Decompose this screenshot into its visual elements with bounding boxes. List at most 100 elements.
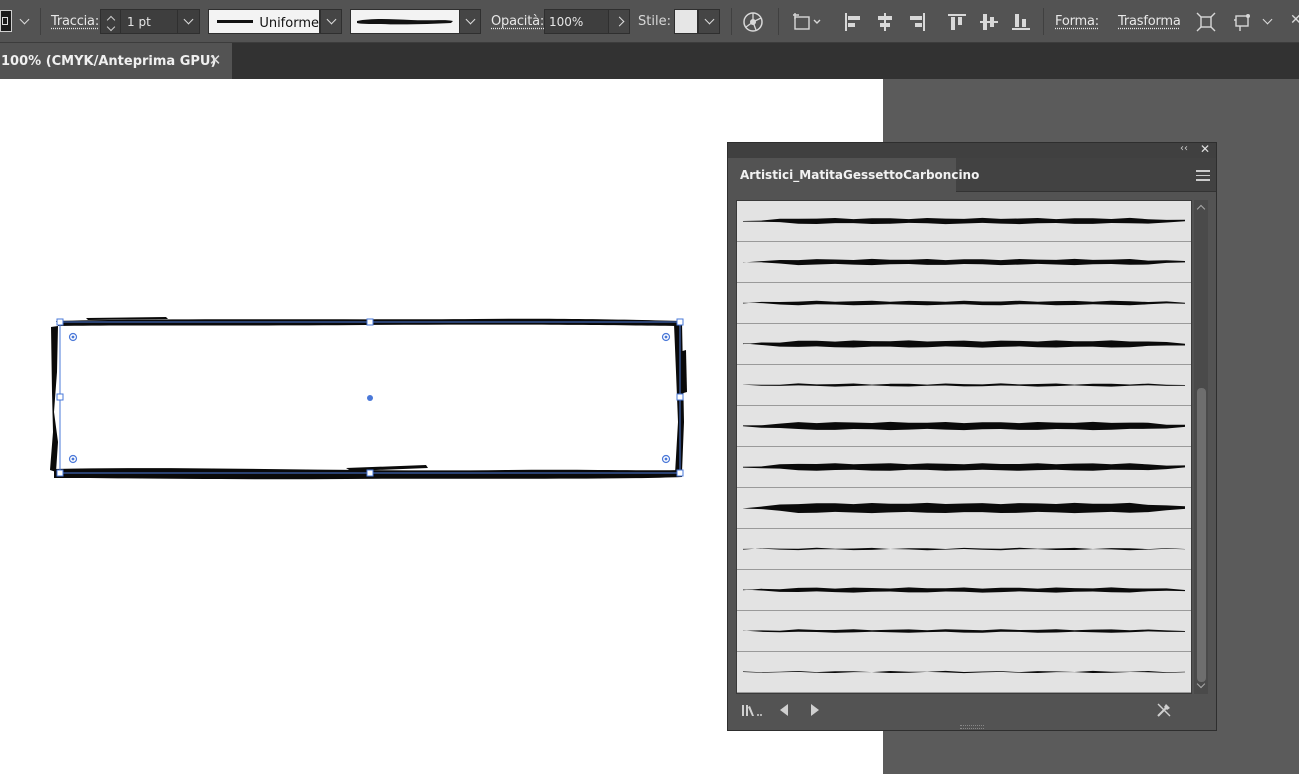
align-horizontal-center-icon[interactable]: [872, 8, 898, 35]
stroke-weight-field[interactable]: 1 pt: [100, 9, 200, 34]
brush-item[interactable]: [737, 447, 1191, 488]
width-profile-dropdown[interactable]: [320, 9, 342, 34]
brush-stroke-preview: [737, 529, 1191, 570]
isolate-group-icon[interactable]: [1193, 8, 1219, 35]
stroke-label-wrap: Traccia:: [51, 0, 99, 43]
scroll-up-icon[interactable]: [1197, 205, 1205, 213]
brush-item[interactable]: [737, 365, 1191, 406]
brush-item[interactable]: [737, 611, 1191, 652]
profile-line-preview: [217, 20, 253, 23]
remove-brush-stroke-icon[interactable]: [1152, 698, 1176, 722]
recolor-artwork-icon[interactable]: [740, 8, 766, 35]
stroke-weight-dropdown[interactable]: [177, 10, 199, 33]
divider: [1043, 8, 1044, 35]
stroke-color-swatch[interactable]: [0, 10, 12, 32]
brush-stroke-preview: [737, 365, 1191, 406]
graphic-style-swatch[interactable]: [674, 9, 698, 34]
brush-stroke-shape: [743, 340, 1185, 347]
close-tab-icon[interactable]: ✕: [207, 52, 223, 68]
divider: [40, 8, 41, 35]
stroke-weight-stepper[interactable]: [101, 10, 121, 33]
shape-label-wrap: Forma:: [1055, 0, 1099, 43]
style-label: Stile:: [638, 14, 671, 29]
brush-item[interactable]: [737, 570, 1191, 611]
brush-stroke-shape: [743, 463, 1185, 471]
brush-list[interactable]: [736, 200, 1192, 694]
close-panel-icon[interactable]: ✕: [1200, 142, 1210, 156]
panel-footer: [728, 698, 1216, 724]
center-point: [367, 395, 373, 401]
document-tab[interactable]: 100% (CMYK/Anteprima GPU): [0, 43, 232, 79]
previous-library-icon[interactable]: [772, 698, 796, 722]
brush-stroke-preview: [737, 611, 1191, 652]
brush-stroke-preview: [737, 488, 1191, 529]
brush-library-panel: ‹‹ ✕ Artistici_MatitaGessettoCarboncino: [727, 142, 1217, 731]
brush-libraries-menu-icon[interactable]: [740, 698, 764, 722]
panel-menu-icon[interactable]: [1196, 169, 1210, 181]
brush-stroke-shape: [743, 587, 1185, 592]
brush-stroke-shape: [743, 383, 1185, 386]
brush-definition-select[interactable]: [350, 9, 460, 34]
align-left-icon[interactable]: [840, 8, 866, 35]
brush-stroke-preview: [737, 283, 1191, 324]
brush-stroke-shape: [743, 218, 1185, 224]
panel-menu-edge-icon[interactable]: ✕: [1290, 12, 1299, 28]
brush-item[interactable]: [737, 242, 1191, 283]
transform-label-wrap: Trasforma: [1118, 0, 1181, 43]
brush-stroke-shape: [743, 503, 1185, 513]
brush-stroke-preview: [737, 242, 1191, 283]
brush-stroke-preview: [737, 201, 1191, 242]
graphic-style-dropdown[interactable]: [698, 9, 720, 34]
brush-item[interactable]: [737, 529, 1191, 570]
brush-item[interactable]: [737, 283, 1191, 324]
panel-resize-grip[interactable]: [960, 725, 984, 729]
brush-definition-dropdown[interactable]: [459, 9, 481, 34]
width-profile-select[interactable]: Uniforme: [208, 9, 320, 34]
align-bottom-icon[interactable]: [1008, 8, 1034, 35]
divider: [731, 8, 732, 35]
brush-stroke-preview: [737, 447, 1191, 488]
next-library-icon[interactable]: [803, 698, 827, 722]
shape-label[interactable]: Forma:: [1055, 14, 1099, 29]
stroke-color-dropdown[interactable]: [13, 9, 35, 34]
selected-rectangle[interactable]: [46, 312, 694, 488]
brush-stroke-shape: [743, 629, 1185, 633]
brush-item[interactable]: [737, 201, 1191, 242]
align-right-icon[interactable]: [904, 8, 930, 35]
transform-link[interactable]: Trasforma: [1118, 14, 1181, 29]
stroke-label[interactable]: Traccia:: [51, 14, 99, 29]
brush-item[interactable]: [737, 488, 1191, 529]
document-tab-title[interactable]: 100% (CMYK/Anteprima GPU): [1, 54, 216, 69]
align-top-icon[interactable]: [944, 8, 970, 35]
opacity-label-wrap: Opacità:: [491, 0, 544, 43]
brush-stroke-preview: [737, 406, 1191, 447]
puppet-warp-icon[interactable]: [1230, 8, 1256, 35]
brush-item[interactable]: [737, 324, 1191, 365]
brush-stroke-shape: [743, 301, 1185, 306]
align-vertical-center-icon[interactable]: [976, 8, 1002, 35]
scrollbar-thumb[interactable]: [1197, 388, 1206, 682]
collapse-panel-icon[interactable]: ‹‹: [1180, 143, 1188, 154]
brush-stroke-shape: [743, 548, 1185, 550]
opacity-field[interactable]: 100%: [544, 9, 609, 34]
brush-item[interactable]: [737, 406, 1191, 447]
profile-label: Uniforme: [259, 16, 319, 31]
brush-stroke-preview: [737, 324, 1191, 365]
brush-item[interactable]: [737, 652, 1191, 693]
brush-stroke-shape: [743, 422, 1185, 430]
panel-title-bar[interactable]: ‹‹ ✕: [728, 143, 1216, 158]
stroke-weight-value[interactable]: 1 pt: [127, 15, 177, 29]
style-label-wrap: Stile:: [638, 0, 671, 43]
opacity-value[interactable]: 100%: [549, 15, 583, 29]
opacity-label[interactable]: Opacità:: [491, 14, 544, 29]
brush-stroke-shape: [743, 671, 1185, 673]
opacity-slider-button[interactable]: [608, 9, 630, 34]
brush-stroke-shape: [743, 259, 1185, 265]
align-to-icon[interactable]: [790, 8, 824, 35]
brush-stroke-preview: [737, 570, 1191, 611]
panel-tab[interactable]: Artistici_MatitaGessettoCarboncino: [728, 158, 956, 192]
panel-tab-label[interactable]: Artistici_MatitaGessettoCarboncino: [740, 168, 979, 182]
more-options-dropdown[interactable]: [1256, 9, 1278, 34]
brush-preview: [351, 10, 459, 33]
brush-stroke-preview: [737, 652, 1191, 693]
